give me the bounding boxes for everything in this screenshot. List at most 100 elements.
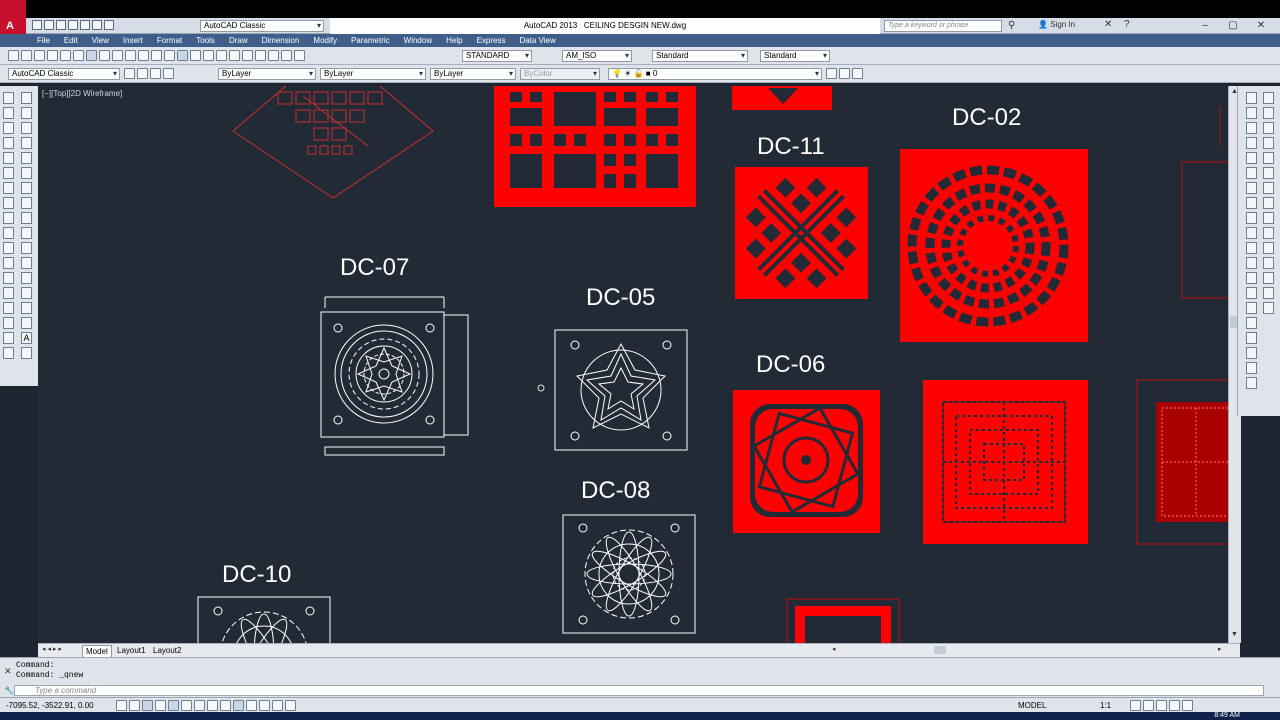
plotstyle-select[interactable]: ByColor — [520, 68, 600, 80]
osnap-perpendicular-icon[interactable] — [1246, 377, 1257, 389]
text-style-select[interactable]: STANDARD — [462, 50, 532, 62]
modify-offset-icon[interactable] — [1246, 137, 1257, 149]
cut-icon[interactable] — [86, 50, 97, 61]
insert-block-icon[interactable] — [3, 257, 14, 269]
menu-file[interactable]: File — [30, 35, 57, 46]
layer-properties-icon[interactable] — [826, 68, 837, 79]
tool-palettes-icon[interactable] — [255, 50, 266, 61]
dim-aligned-icon[interactable] — [1263, 107, 1274, 119]
spline-icon[interactable] — [3, 212, 14, 224]
wrench-icon[interactable]: 🔧 — [4, 686, 14, 695]
preview-icon[interactable] — [60, 50, 71, 61]
erase-icon[interactable] — [21, 92, 32, 104]
arc-icon[interactable] — [3, 167, 14, 179]
isolate-objects-icon[interactable] — [1169, 700, 1180, 711]
command-input[interactable]: Type a command — [14, 685, 1264, 696]
region-icon[interactable] — [3, 332, 14, 344]
transparency-toggle-icon[interactable] — [246, 700, 257, 711]
grid-toggle-icon[interactable] — [129, 700, 140, 711]
app-menu-button[interactable]: A — [0, 0, 26, 34]
layer-state-icon[interactable] — [150, 68, 161, 79]
lineweight-toggle-icon[interactable] — [233, 700, 244, 711]
polygon-icon[interactable] — [3, 137, 14, 149]
minimize-button[interactable]: – — [1192, 18, 1218, 34]
modify-rotate-icon[interactable] — [1246, 182, 1257, 194]
close-command-icon[interactable]: ✕ — [4, 666, 12, 677]
menu-modify[interactable]: Modify — [306, 35, 344, 46]
search-input[interactable]: Type a keyword or phrase — [884, 20, 1002, 32]
hatch-icon[interactable] — [3, 302, 14, 314]
undo-icon[interactable] — [151, 50, 162, 61]
block-editor-icon[interactable] — [138, 50, 149, 61]
hardware-acceleration-icon[interactable] — [1156, 700, 1167, 711]
scroll-down-icon[interactable]: ▼ — [1231, 631, 1238, 638]
modify-mirror-icon[interactable] — [1246, 122, 1257, 134]
match-properties-icon[interactable] — [125, 50, 136, 61]
tab-nav-icons[interactable]: ◂ ◂ ▸ ▸ — [42, 645, 62, 653]
model-space-toggle[interactable]: MODEL — [1018, 701, 1046, 710]
break-icon[interactable] — [21, 257, 32, 269]
stretch-icon[interactable] — [21, 212, 32, 224]
move-icon[interactable] — [21, 167, 32, 179]
dim-angular-icon[interactable] — [1263, 197, 1274, 209]
selection-cycling-toggle-icon[interactable] — [272, 700, 283, 711]
gradient-icon[interactable] — [3, 317, 14, 329]
markup-icon[interactable] — [281, 50, 292, 61]
osnap-midpoint-icon[interactable] — [1246, 347, 1257, 359]
save-icon[interactable] — [34, 50, 45, 61]
dyn-toggle-icon[interactable] — [220, 700, 231, 711]
horizontal-scroll-thumb[interactable] — [934, 646, 946, 654]
save-as-icon[interactable] — [68, 20, 78, 30]
menu-dimension[interactable]: Dimension — [255, 35, 307, 46]
table-icon[interactable] — [3, 347, 14, 359]
quick-properties-toggle-icon[interactable] — [259, 700, 270, 711]
save-icon[interactable] — [56, 20, 66, 30]
mleader-style-select[interactable]: Standard — [760, 50, 830, 62]
annotation-monitor-icon[interactable] — [285, 700, 296, 711]
menu-view[interactable]: View — [85, 35, 116, 46]
tolerance-icon[interactable] — [1263, 287, 1274, 299]
dim-arc-icon[interactable] — [1263, 122, 1274, 134]
polyline-icon[interactable] — [3, 122, 14, 134]
layer-previous-icon[interactable] — [852, 68, 863, 79]
zoom-window-icon[interactable] — [203, 50, 214, 61]
search-icon[interactable]: ⚲ — [1008, 20, 1015, 31]
modify-move-icon[interactable] — [1246, 167, 1257, 179]
drawing-canvas[interactable]: [−][Top][2D Wireframe] DC-07 DC-05 DC-08… — [38, 86, 1228, 643]
workspace-selector[interactable]: AutoCAD Classic — [200, 20, 324, 32]
modify-stretch-icon[interactable] — [1246, 212, 1257, 224]
help-icon[interactable]: ? — [1124, 19, 1130, 30]
layer-icon[interactable] — [137, 68, 148, 79]
dim-quick-icon[interactable] — [1263, 212, 1274, 224]
zoom-realtime-icon[interactable] — [190, 50, 201, 61]
osnap-center-icon[interactable] — [1246, 362, 1257, 374]
redo-icon[interactable] — [164, 50, 175, 61]
scale-icon[interactable] — [21, 197, 32, 209]
lineweight-select[interactable]: ByLayer — [430, 68, 516, 80]
copy-object-icon[interactable] — [21, 107, 32, 119]
modify-chamfer-icon[interactable] — [1246, 287, 1257, 299]
workspace-settings-icon[interactable] — [124, 68, 135, 79]
mirror-icon[interactable] — [21, 122, 32, 134]
modify-fillet-icon[interactable] — [1246, 302, 1257, 314]
add-selected-icon[interactable] — [21, 347, 32, 359]
modify-extend-icon[interactable] — [1246, 242, 1257, 254]
trim-icon[interactable] — [21, 227, 32, 239]
modify-copy-icon[interactable] — [1246, 107, 1257, 119]
clean-screen-icon[interactable] — [1182, 700, 1193, 711]
paste-icon[interactable] — [112, 50, 123, 61]
tab-layout1[interactable]: Layout1 — [114, 645, 148, 656]
menu-tools[interactable]: Tools — [189, 35, 222, 46]
explode-icon[interactable] — [21, 317, 32, 329]
dim-continue-icon[interactable] — [1263, 242, 1274, 254]
exchange-icon[interactable]: ✕ — [1104, 19, 1112, 30]
otrack-toggle-icon[interactable] — [194, 700, 205, 711]
modify-join-icon[interactable] — [1246, 272, 1257, 284]
menu-help[interactable]: Help — [439, 35, 469, 46]
modify-erase-icon[interactable] — [1246, 92, 1257, 104]
plot-icon[interactable] — [47, 50, 58, 61]
annotation-scale[interactable]: 1:1 — [1100, 701, 1111, 710]
modify-explode-icon[interactable] — [1246, 317, 1257, 329]
extend-icon[interactable] — [21, 242, 32, 254]
lock-ui-icon[interactable] — [1143, 700, 1154, 711]
